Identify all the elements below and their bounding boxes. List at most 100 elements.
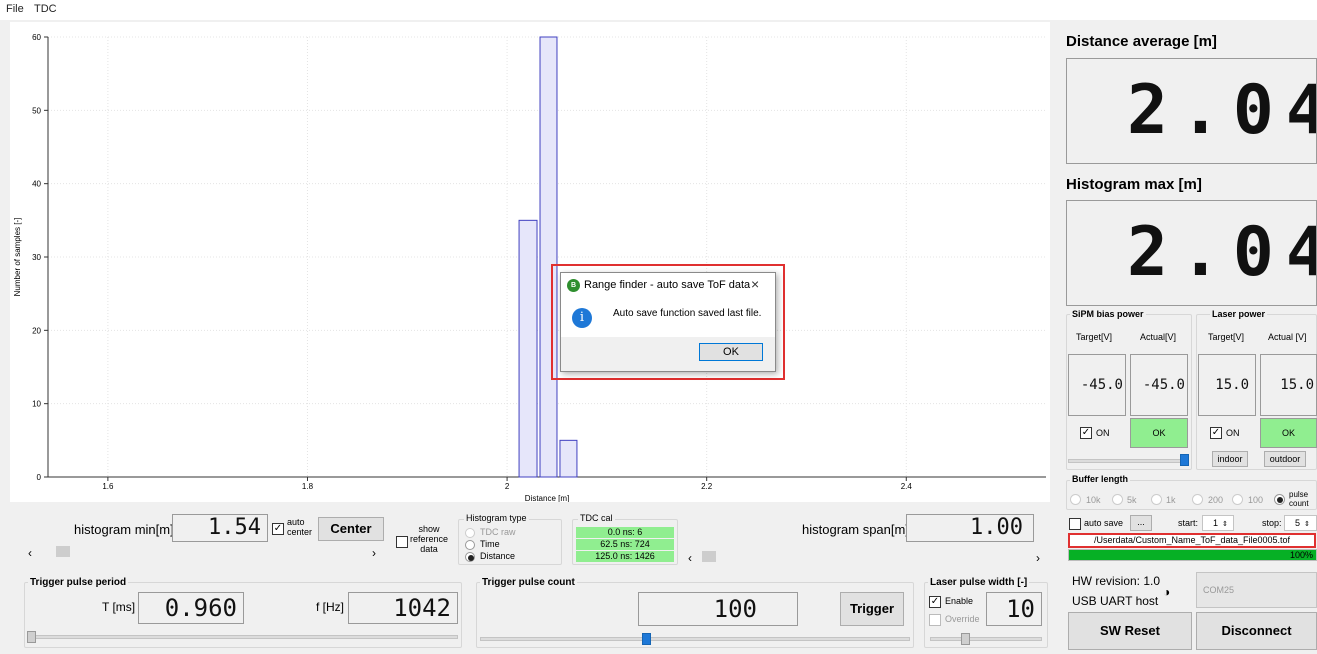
outdoor-button[interactable]: outdoor — [1264, 451, 1306, 467]
start-spinbox[interactable]: 1 ⇕ — [1202, 515, 1234, 531]
histogram-chart: 0 10 20 30 40 50 60 1.6 1.8 2 2.2 2.4 Distance [m] Nu… — [13, 33, 1046, 503]
usb-host-label: USB UART host — [1072, 594, 1159, 608]
buffer-radio-100[interactable] — [1232, 494, 1243, 505]
laser-width-slider-thumb[interactable] — [961, 633, 970, 645]
x-tick-label: 1.8 — [302, 482, 314, 491]
tdc-cal-row: 0.0 ns: 6 — [576, 527, 674, 538]
x-tick-label: 1.6 — [102, 482, 114, 491]
buffer-radio-1k[interactable] — [1151, 494, 1162, 505]
y-tick-label: 20 — [32, 326, 41, 335]
spin-arrows-icon[interactable]: ⇕ — [1222, 521, 1228, 528]
laser-width-title: Laser pulse width [-] — [928, 577, 1030, 588]
save-progress-fill — [1069, 550, 1316, 560]
laser-on-checkbox[interactable]: ✓ — [1210, 427, 1222, 439]
dialog-ok-button[interactable]: OK — [699, 343, 763, 361]
override-checkbox[interactable] — [929, 614, 941, 626]
hist-span-display: 1.00 — [906, 514, 1034, 542]
sw-reset-button[interactable]: SW Reset — [1068, 612, 1192, 650]
span-scroll-left-icon[interactable]: ‹ — [688, 551, 692, 565]
auto-save-checkbox[interactable] — [1069, 518, 1081, 530]
indoor-button[interactable]: indoor — [1212, 451, 1248, 467]
y-axis-label: Number of samples [-] — [13, 218, 22, 297]
radio-distance[interactable] — [465, 552, 475, 562]
trig-period-slider[interactable] — [30, 635, 458, 639]
buffer-label-100: 100 — [1248, 495, 1264, 505]
buffer-label-pulse-count: pulse count — [1289, 490, 1309, 508]
laser-width-slider[interactable] — [930, 637, 1042, 641]
sipm-slider-thumb[interactable] — [1180, 454, 1189, 466]
scroll-right-icon[interactable]: › — [372, 546, 376, 560]
distance-avg-title: Distance average [m] — [1066, 33, 1217, 50]
laser-actual-label: Actual [V] — [1268, 332, 1307, 342]
y-tick-label: 0 — [37, 473, 42, 482]
laser-on-label: ON — [1226, 428, 1240, 438]
laser-power-title: Laser power — [1210, 309, 1268, 319]
trigger-button[interactable]: Trigger — [840, 592, 904, 626]
laser-width-display: 10 — [986, 592, 1042, 626]
start-value: 1 — [1213, 518, 1219, 528]
spin-arrows-icon[interactable]: ⇕ — [1304, 521, 1310, 528]
show-reference-checkbox[interactable] — [396, 536, 408, 548]
auto-center-checkbox[interactable]: ✓ — [272, 523, 284, 535]
trig-count-slider[interactable] — [480, 637, 910, 641]
laser-target-display: 15.0 — [1198, 354, 1256, 416]
autosave-dialog: B Range finder - auto save ToF data × i … — [560, 272, 776, 372]
menu-bar: File TDC — [0, 0, 1317, 20]
t-label: T [ms] — [102, 600, 136, 614]
span-scroll-right-icon[interactable]: › — [1036, 551, 1040, 565]
buffer-radio-200[interactable] — [1192, 494, 1203, 505]
sipm-ok-indicator: OK — [1130, 418, 1188, 448]
radio-time[interactable] — [465, 540, 475, 550]
center-button[interactable]: Center — [318, 517, 384, 541]
x-tick-label: 2.4 — [901, 482, 913, 491]
browse-button[interactable]: ... — [1130, 515, 1152, 531]
buffer-label-5k: 5k — [1127, 495, 1137, 505]
tdc-cal-row: 62.5 ns: 724 — [576, 539, 674, 550]
enable-checkbox[interactable]: ✓ — [929, 596, 941, 608]
close-icon[interactable]: × — [751, 276, 759, 292]
override-label: Override — [945, 614, 980, 624]
y-tick-label: 30 — [32, 253, 41, 262]
sipm-actual-label: Actual[V] — [1140, 332, 1177, 342]
disconnect-button[interactable]: Disconnect — [1196, 612, 1317, 650]
trig-count-slider-thumb[interactable] — [642, 633, 651, 645]
sipm-target-display: -45.0 — [1068, 354, 1126, 416]
sipm-slider[interactable] — [1068, 459, 1188, 463]
buffer-radio-5k[interactable] — [1112, 494, 1123, 505]
histogram-bar — [518, 219, 538, 478]
sipm-title: SiPM bias power — [1070, 309, 1146, 319]
menu-file[interactable]: File — [6, 3, 24, 15]
hist-span-scroll-thumb[interactable] — [702, 551, 716, 562]
histogram-bar — [539, 36, 558, 478]
buffer-title: Buffer length — [1070, 474, 1130, 484]
histogram-chart-panel: 0 10 20 30 40 50 60 1.6 1.8 2 2.2 2.4 Distance [m] Nu… — [10, 22, 1050, 503]
hw-revision: HW revision: 1.0 — [1072, 574, 1161, 588]
radio-tdc-raw[interactable] — [465, 528, 475, 538]
stop-spinbox[interactable]: 5 ⇕ — [1284, 515, 1317, 531]
menu-tdc[interactable]: TDC — [34, 3, 57, 15]
sipm-on-checkbox[interactable]: ✓ — [1080, 427, 1092, 439]
hist-span-label: histogram span[m] — [802, 522, 909, 537]
trig-period-title: Trigger pulse period — [28, 577, 129, 588]
scroll-left-icon[interactable]: ‹ — [28, 546, 32, 560]
trig-count-title: Trigger pulse count — [480, 577, 577, 588]
buffer-label-200: 200 — [1208, 495, 1224, 505]
laser-ok-indicator: OK — [1260, 418, 1317, 448]
buffer-radio-10k[interactable] — [1070, 494, 1081, 505]
dialog-message: Auto save function saved last file. — [613, 308, 762, 319]
x-tick-label: 2 — [505, 482, 510, 491]
y-tick-label: 60 — [32, 33, 41, 42]
hist-min-scroll-thumb[interactable] — [56, 546, 70, 557]
buffer-radio-pulse-count[interactable] — [1274, 494, 1285, 505]
radio-distance-label: Distance — [480, 551, 516, 561]
hist-min-display: 1.54 — [172, 514, 268, 542]
laser-target-label: Target[V] — [1208, 332, 1245, 342]
auto-save-label: auto save — [1084, 518, 1124, 528]
app-logo-icon: B — [567, 279, 580, 292]
info-icon: i — [572, 308, 592, 328]
buffer-label-10k: 10k — [1086, 495, 1101, 505]
y-tick-label: 10 — [32, 400, 41, 409]
contrast-icon: ◑ — [1163, 585, 1171, 599]
trig-period-slider-thumb[interactable] — [27, 631, 36, 643]
com-port-select[interactable]: COM25 — [1196, 572, 1317, 608]
